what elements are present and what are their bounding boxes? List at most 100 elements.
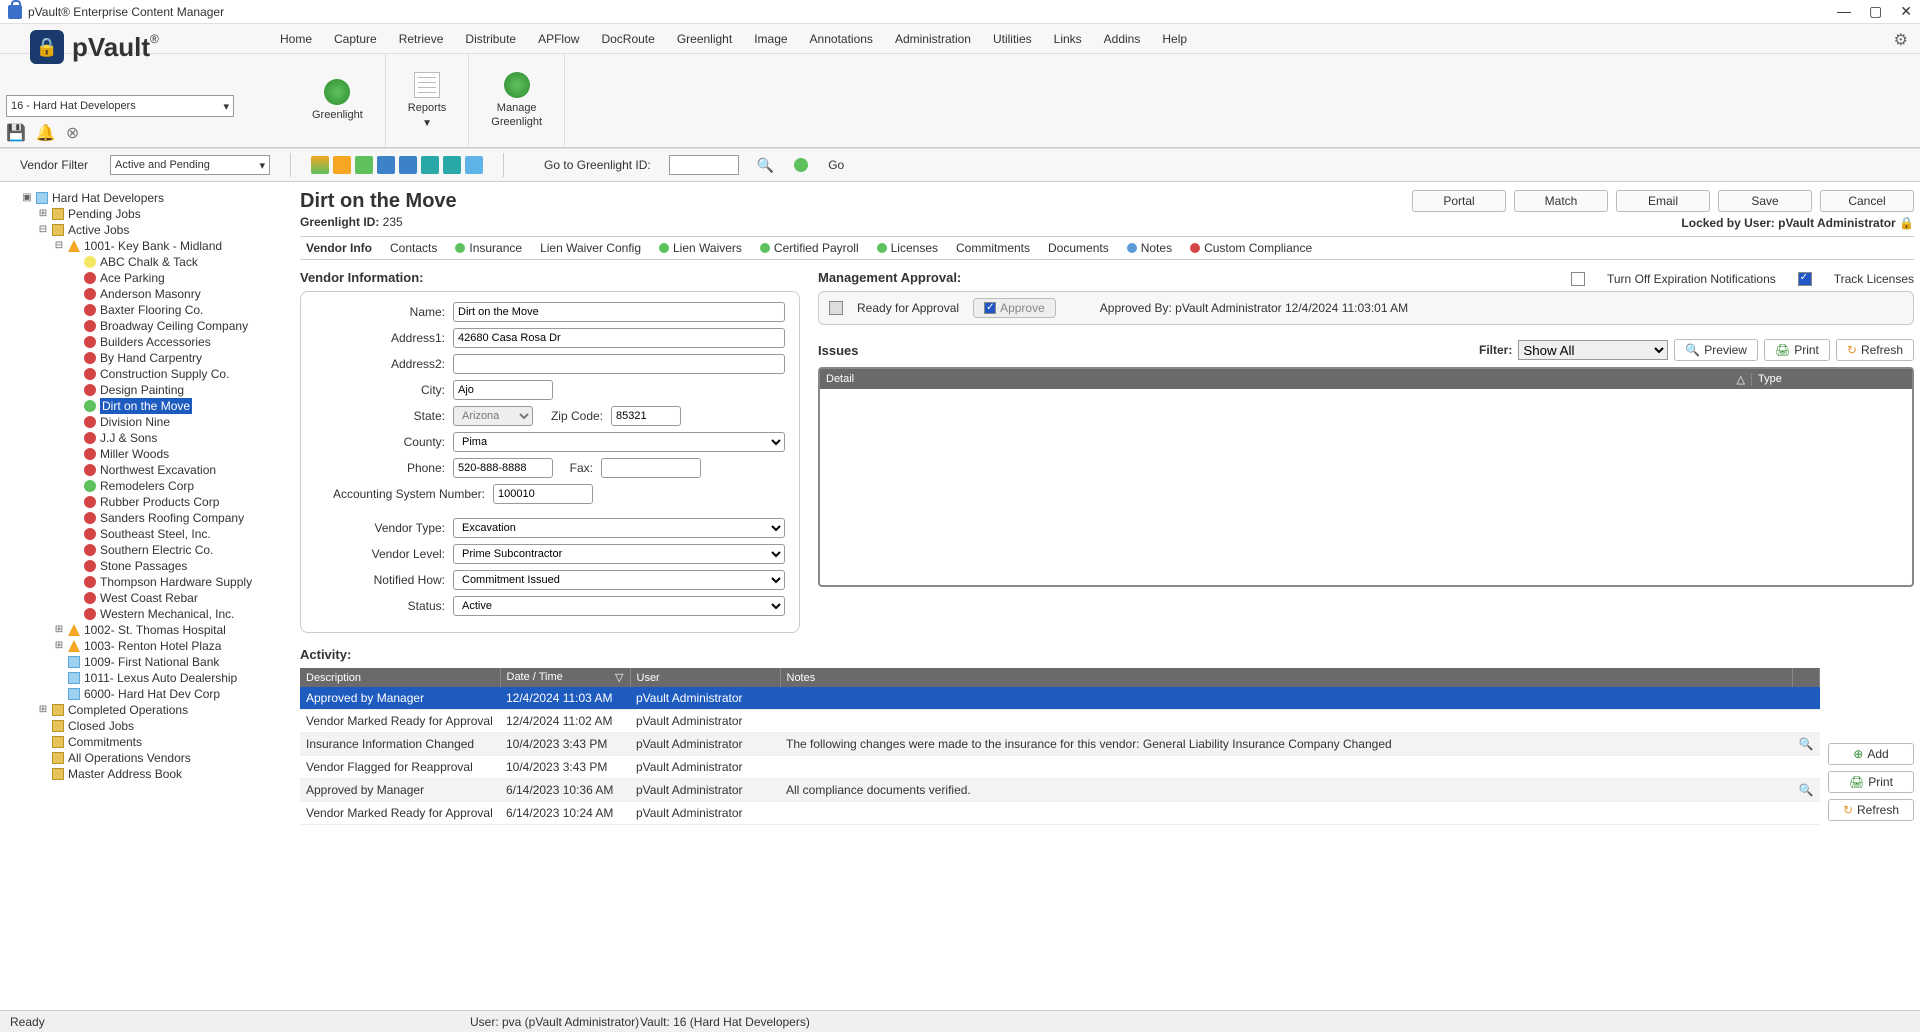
search-icon[interactable]: 🔍 [757,157,774,174]
menu-image[interactable]: Image [754,32,787,46]
tree-vendor[interactable]: Rubber Products Corp [70,494,286,510]
clipboard2-icon[interactable] [443,156,461,174]
state-select[interactable]: Arizona [453,406,533,426]
maximize-icon[interactable]: ▢ [1869,3,1882,20]
close-icon[interactable]: ✕ [1900,3,1912,20]
tab-cert-payroll[interactable]: Certified Payroll [760,241,859,255]
issues-col-detail[interactable]: Detail△ [820,373,1752,386]
tree-vendor[interactable]: Division Nine [70,414,286,430]
clipboard-icon[interactable] [421,156,439,174]
activity-row[interactable]: Vendor Marked Ready for Approval6/14/202… [300,802,1820,825]
tab-lien-config[interactable]: Lien Waiver Config [540,241,641,255]
activity-row[interactable]: Approved by Manager12/4/2024 11:03 AMpVa… [300,687,1820,710]
menu-links[interactable]: Links [1054,32,1082,46]
menu-help[interactable]: Help [1162,32,1187,46]
vendor-level-select[interactable]: Prime Subcontractor [453,544,785,564]
issues-col-type[interactable]: Type [1752,373,1912,385]
email-button[interactable]: Email [1616,190,1710,212]
ready-checkbox[interactable] [829,301,843,315]
save-button[interactable]: Save [1718,190,1812,212]
menu-apflow[interactable]: APFlow [538,32,579,46]
tree-vendor[interactable]: Design Painting [70,382,286,398]
go-button[interactable]: Go [828,158,844,172]
tab-contacts[interactable]: Contacts [390,241,437,255]
cancel-button[interactable]: Cancel [1820,190,1914,212]
greenlight-id-input[interactable] [669,155,739,175]
menu-docroute[interactable]: DocRoute [601,32,654,46]
activity-row[interactable]: Approved by Manager6/14/2023 10:36 AMpVa… [300,779,1820,802]
address1-field[interactable] [453,328,785,348]
name-field[interactable] [453,302,785,322]
menu-utilities[interactable]: Utilities [993,32,1032,46]
col-date[interactable]: Date / Time ▽ [500,668,630,687]
menu-home[interactable]: Home [280,32,312,46]
tree-vendor[interactable]: Baxter Flooring Co. [70,302,286,318]
tab-documents[interactable]: Documents [1048,241,1109,255]
ribbon-reports[interactable]: Reports ▼ [386,54,470,147]
tree-vendor[interactable]: Miller Woods [70,446,286,462]
magnify-icon[interactable]: 🔍 [1799,783,1814,797]
print-button[interactable]: 🖨Print [1764,339,1830,361]
tree-vendor[interactable]: Construction Supply Co. [70,366,286,382]
tree-vendor[interactable]: J.J & Sons [70,430,286,446]
tree-vendor[interactable]: Ace Parking [70,270,286,286]
save-icon[interactable]: 💾 [6,123,26,143]
tree-vendor[interactable]: Thompson Hardware Supply [70,574,286,590]
activity-print-button[interactable]: 🖨Print [1828,771,1914,793]
approve-button[interactable]: Approve [973,298,1056,318]
city-field[interactable] [453,380,553,400]
zip-field[interactable] [611,406,681,426]
warn-filter-icon[interactable] [333,156,351,174]
activity-row[interactable]: Vendor Marked Ready for Approval12/4/202… [300,710,1820,733]
truck-icon[interactable] [355,156,373,174]
vendor-type-select[interactable]: Excavation [453,518,785,538]
menu-retrieve[interactable]: Retrieve [399,32,444,46]
col-user[interactable]: User [630,668,780,687]
tree-vendor[interactable]: Broadway Ceiling Company [70,318,286,334]
address2-field[interactable] [453,354,785,374]
fax-field[interactable] [601,458,701,478]
tab-licenses[interactable]: Licenses [877,241,938,255]
minimize-icon[interactable]: — [1837,3,1851,20]
clear-icon[interactable]: ⊗ [66,123,79,143]
menu-distribute[interactable]: Distribute [465,32,516,46]
tab-vendor-info[interactable]: Vendor Info [306,241,372,255]
tree-vendor[interactable]: Stone Passages [70,558,286,574]
activity-row[interactable]: Insurance Information Changed10/4/2023 3… [300,733,1820,756]
col-description[interactable]: Description [300,668,500,687]
tree-vendor[interactable]: Builders Accessories [70,334,286,350]
status-select[interactable]: Active [453,596,785,616]
menu-greenlight[interactable]: Greenlight [677,32,732,46]
issues-filter-select[interactable]: Show All [1518,340,1668,360]
tree-vendor[interactable]: Dirt on the Move [70,398,286,414]
ribbon-greenlight[interactable]: Greenlight [290,54,386,147]
tree-vendor[interactable]: Anderson Masonry [70,286,286,302]
doc-icon[interactable] [377,156,395,174]
activity-row[interactable]: Vendor Flagged for Reapproval10/4/2023 3… [300,756,1820,779]
turn-off-expiration-checkbox[interactable] [1571,272,1585,286]
refresh-button[interactable]: ↻Refresh [1836,339,1914,361]
tree-vendor[interactable]: Western Mechanical, Inc. [70,606,286,622]
menu-addins[interactable]: Addins [1104,32,1141,46]
tree-vendor[interactable]: Southern Electric Co. [70,542,286,558]
activity-refresh-button[interactable]: ↻Refresh [1828,799,1914,821]
nav-tree[interactable]: ▣Hard Hat Developers ⊞Pending Jobs ⊟Acti… [6,190,286,1008]
tab-commitments[interactable]: Commitments [956,241,1030,255]
tab-insurance[interactable]: Insurance [455,241,522,255]
bell-icon[interactable]: 🔔 [36,123,56,143]
menu-administration[interactable]: Administration [895,32,971,46]
track-licenses-checkbox[interactable] [1798,272,1812,286]
tree-vendor[interactable]: Northwest Excavation [70,462,286,478]
tab-notes[interactable]: Notes [1127,241,1172,255]
ribbon-manage-greenlight[interactable]: Manage Greenlight [469,54,565,147]
activity-add-button[interactable]: ⊕Add [1828,743,1914,765]
tree-vendor[interactable]: Southeast Steel, Inc. [70,526,286,542]
tab-custom-compliance[interactable]: Custom Compliance [1190,241,1312,255]
menu-annotations[interactable]: Annotations [810,32,873,46]
magnify-icon[interactable]: 🔍 [1799,737,1814,751]
gear-icon[interactable]: ⚙ [1894,30,1908,50]
acct-number-field[interactable] [493,484,593,504]
tree-vendor[interactable]: By Hand Carpentry [70,350,286,366]
col-notes[interactable]: Notes [780,668,1793,687]
phone-field[interactable] [453,458,553,478]
